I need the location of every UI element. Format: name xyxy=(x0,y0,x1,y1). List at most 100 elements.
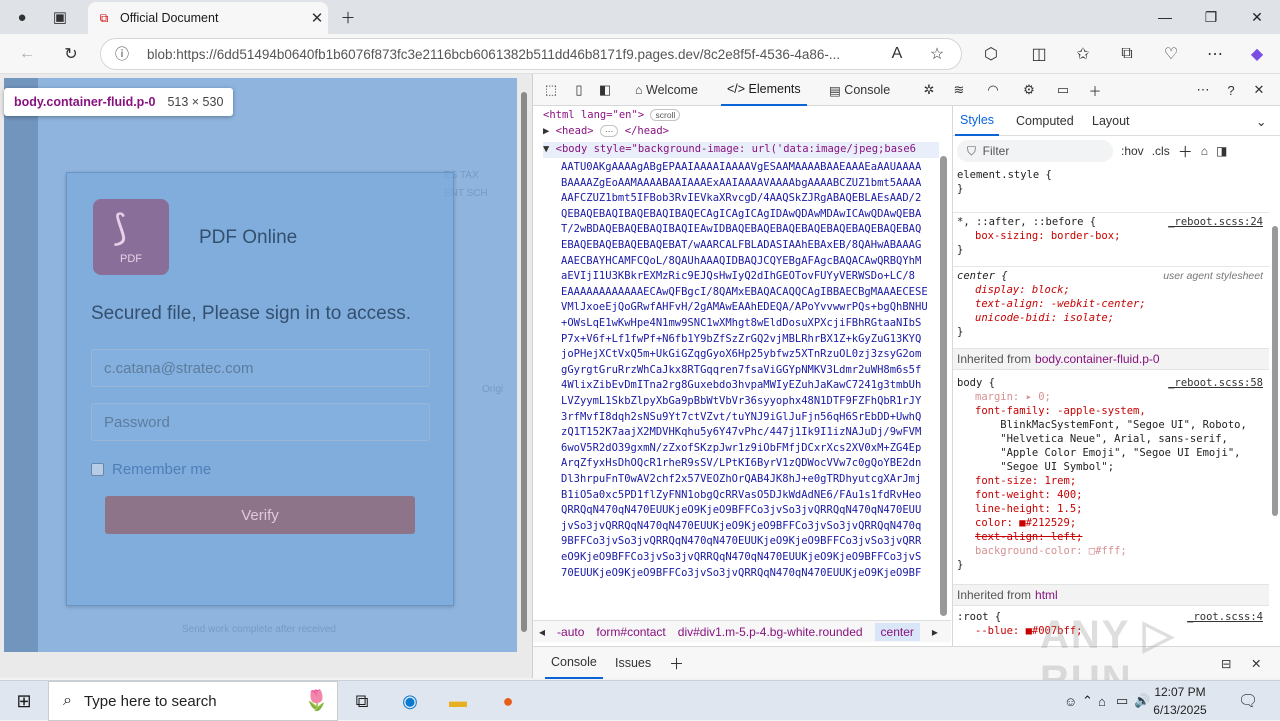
body-source[interactable]: _reboot.scss:58 xyxy=(1168,376,1263,390)
add-tool-icon[interactable]: ＋ xyxy=(1085,80,1105,100)
tab-console[interactable]: ▤ Console xyxy=(823,74,896,106)
verify-button[interactable]: Verify xyxy=(105,496,415,534)
performance-icon[interactable]: ◠ xyxy=(983,80,1003,100)
address-bar[interactable]: ⓘ blob:https://6dd51494b0640fb1b6076f873… xyxy=(100,38,962,70)
close-devtools-icon[interactable]: ✕ xyxy=(1249,80,1269,100)
ellipsis-badge[interactable]: ⋯ xyxy=(599,125,619,137)
body-prop-overridden[interactable]: text-align: left; xyxy=(957,530,1269,544)
settings-gear-icon[interactable]: ⚙ xyxy=(1019,80,1039,100)
breadcrumb-right-icon[interactable]: ▸ xyxy=(932,625,938,639)
styles-expand-icon[interactable]: ⌄ xyxy=(1251,106,1271,136)
filter-input[interactable]: ⛉ Filter xyxy=(957,140,1113,162)
extensions-icon[interactable]: ⬡ xyxy=(978,42,1004,66)
body-prop[interactable]: line-height: 1.5; xyxy=(957,502,1269,516)
styles-scroll-thumb[interactable] xyxy=(1272,226,1278,516)
read-aloud-icon[interactable]: A xyxy=(884,42,910,66)
split-screen-icon[interactable]: ◫ xyxy=(1026,42,1052,66)
head-node[interactable]: ▶ <head> ⋯ </head> xyxy=(543,124,669,140)
breadcrumb-item[interactable]: div#div1.m-5.p-4.bg-white.rounded xyxy=(678,625,863,639)
new-tab-icon[interactable]: ＋ xyxy=(336,5,360,29)
remember-me[interactable]: Remember me xyxy=(91,461,211,478)
firefox-icon[interactable]: ● xyxy=(484,681,532,721)
network-icon[interactable]: ≋ xyxy=(949,80,969,100)
universal-source[interactable]: _reboot.scss:24 xyxy=(1168,215,1263,229)
windows-start-icon[interactable]: ⊞ xyxy=(0,681,48,721)
breadcrumb-item[interactable]: form#contact xyxy=(596,625,665,639)
help-icon[interactable]: ? xyxy=(1221,80,1241,100)
edge-taskbar-icon[interactable]: ◉ xyxy=(386,681,434,721)
body-prop[interactable]: background-color: □#fff; xyxy=(957,544,1269,558)
tab-elements[interactable]: </> Elements xyxy=(721,74,807,106)
info-icon[interactable]: ⓘ xyxy=(115,44,135,64)
tab-welcome[interactable]: ⌂ Welcome xyxy=(629,74,704,106)
breadcrumb-item-active[interactable]: center xyxy=(874,622,920,641)
body-prop[interactable]: font-size: 1rem; xyxy=(957,474,1269,488)
drawer-add-icon[interactable]: ＋ xyxy=(663,647,690,679)
new-rule-icon[interactable]: ＋ xyxy=(1178,141,1193,162)
tray-wifi-icon[interactable]: ▭ xyxy=(1116,681,1128,721)
email-field[interactable]: c.catana@stratec.com xyxy=(91,349,430,387)
performance-icon[interactable]: ♡ xyxy=(1158,42,1184,66)
page-scroll-thumb[interactable] xyxy=(521,92,527,632)
favorite-star-icon[interactable]: ☆ xyxy=(924,42,950,66)
breadcrumb-left-icon[interactable]: ◂ xyxy=(539,625,545,639)
elements-vscroll[interactable] xyxy=(938,146,948,620)
more-tools-icon[interactable]: ⋯ xyxy=(1193,80,1213,100)
sidebar-toggle-icon[interactable]: ◨ xyxy=(1216,144,1227,158)
browser-tab[interactable]: ⧉ Official Document ✕ xyxy=(88,2,328,34)
refresh-icon[interactable]: ↻ xyxy=(58,42,84,66)
body-prop[interactable]: color: ■#212529; xyxy=(957,516,1269,530)
back-icon[interactable]: ← xyxy=(14,42,40,66)
minimize-icon[interactable]: — xyxy=(1142,3,1188,31)
inherited-ref[interactable]: body.container-fluid.p-0 xyxy=(1035,352,1160,366)
password-field[interactable]: Password xyxy=(91,403,430,441)
rule-center[interactable]: center { user agent stylesheet display: … xyxy=(953,266,1269,339)
task-view-icon[interactable]: ⧉ xyxy=(338,681,386,721)
styles-scrollbar[interactable] xyxy=(1271,226,1279,576)
favorites-icon[interactable]: ✩ xyxy=(1070,42,1096,66)
copilot-icon[interactable]: ◆ xyxy=(1244,42,1270,66)
center-prop[interactable]: unicode-bidi: isolate; xyxy=(957,311,1269,325)
scroll-badge[interactable]: scroll xyxy=(650,109,681,121)
taskbar-search[interactable]: ⌕ Type here to search 🌷 xyxy=(48,681,338,721)
close-window-icon[interactable]: ✕ xyxy=(1234,3,1280,31)
inspect-icon[interactable]: ⬚ xyxy=(541,80,561,100)
inherited-ref[interactable]: html xyxy=(1035,588,1058,602)
profile-icon[interactable]: ● xyxy=(10,5,34,29)
rule-body[interactable]: body { _reboot.scss:58 margin: ▸ 0; font… xyxy=(953,376,1269,572)
body-node[interactable]: ▼ <body style="background-image: url('da… xyxy=(543,142,939,158)
rule-universal[interactable]: *, ::after, ::before { _reboot.scss:24 b… xyxy=(953,212,1269,257)
tray-network-icon[interactable]: ⌂ xyxy=(1098,681,1106,721)
body-prop[interactable]: margin: ▸ 0; xyxy=(957,390,1269,404)
file-explorer-icon[interactable]: ▬ xyxy=(434,681,482,721)
page-scrollbar[interactable] xyxy=(518,78,530,658)
notification-icon[interactable]: 🗨 xyxy=(1238,681,1258,721)
tray-chevron-icon[interactable]: ⌃ xyxy=(1082,681,1093,721)
html-node[interactable]: <html lang="en"> scroll xyxy=(543,108,681,124)
drawer-tab-issues[interactable]: Issues xyxy=(609,647,657,679)
collections-icon[interactable]: ⧉ xyxy=(1114,42,1140,66)
device-emulation-icon[interactable]: ▯ xyxy=(569,80,589,100)
body-prop[interactable]: font-weight: 400; xyxy=(957,488,1269,502)
application-icon[interactable]: ▭ xyxy=(1053,80,1073,100)
elements-vscroll-thumb[interactable] xyxy=(940,156,947,616)
hov-toggle[interactable]: :hov xyxy=(1121,144,1144,158)
body-prop[interactable]: font-family: -apple-system, xyxy=(957,404,1269,418)
close-tab-icon[interactable]: ✕ xyxy=(306,9,328,27)
rule-element-style[interactable]: element.style { } xyxy=(953,168,1269,196)
cls-toggle[interactable]: .cls xyxy=(1152,144,1170,158)
more-menu-icon[interactable]: ⋯ xyxy=(1202,42,1228,66)
bug-icon[interactable]: ✲ xyxy=(919,80,939,100)
box-sizing-prop[interactable]: box-sizing: border-box; xyxy=(957,229,1269,243)
dock-icon[interactable]: ◧ xyxy=(595,80,615,100)
tab-styles[interactable]: Styles xyxy=(955,106,1000,136)
remember-checkbox[interactable] xyxy=(91,463,104,476)
element-state-icon[interactable]: ⌂ xyxy=(1201,144,1208,158)
tab-layout[interactable]: Layout xyxy=(1087,106,1135,136)
tab-actions-icon[interactable]: ▣ xyxy=(48,5,72,29)
tray-people-icon[interactable]: ☺ xyxy=(1064,681,1077,721)
tab-computed[interactable]: Computed xyxy=(1011,106,1079,136)
center-prop[interactable]: display: block; xyxy=(957,283,1269,297)
drawer-tab-console[interactable]: Console xyxy=(545,647,603,679)
taskbar-clock[interactable]: 12:07 PM 6/13/2025 xyxy=(1140,683,1220,719)
